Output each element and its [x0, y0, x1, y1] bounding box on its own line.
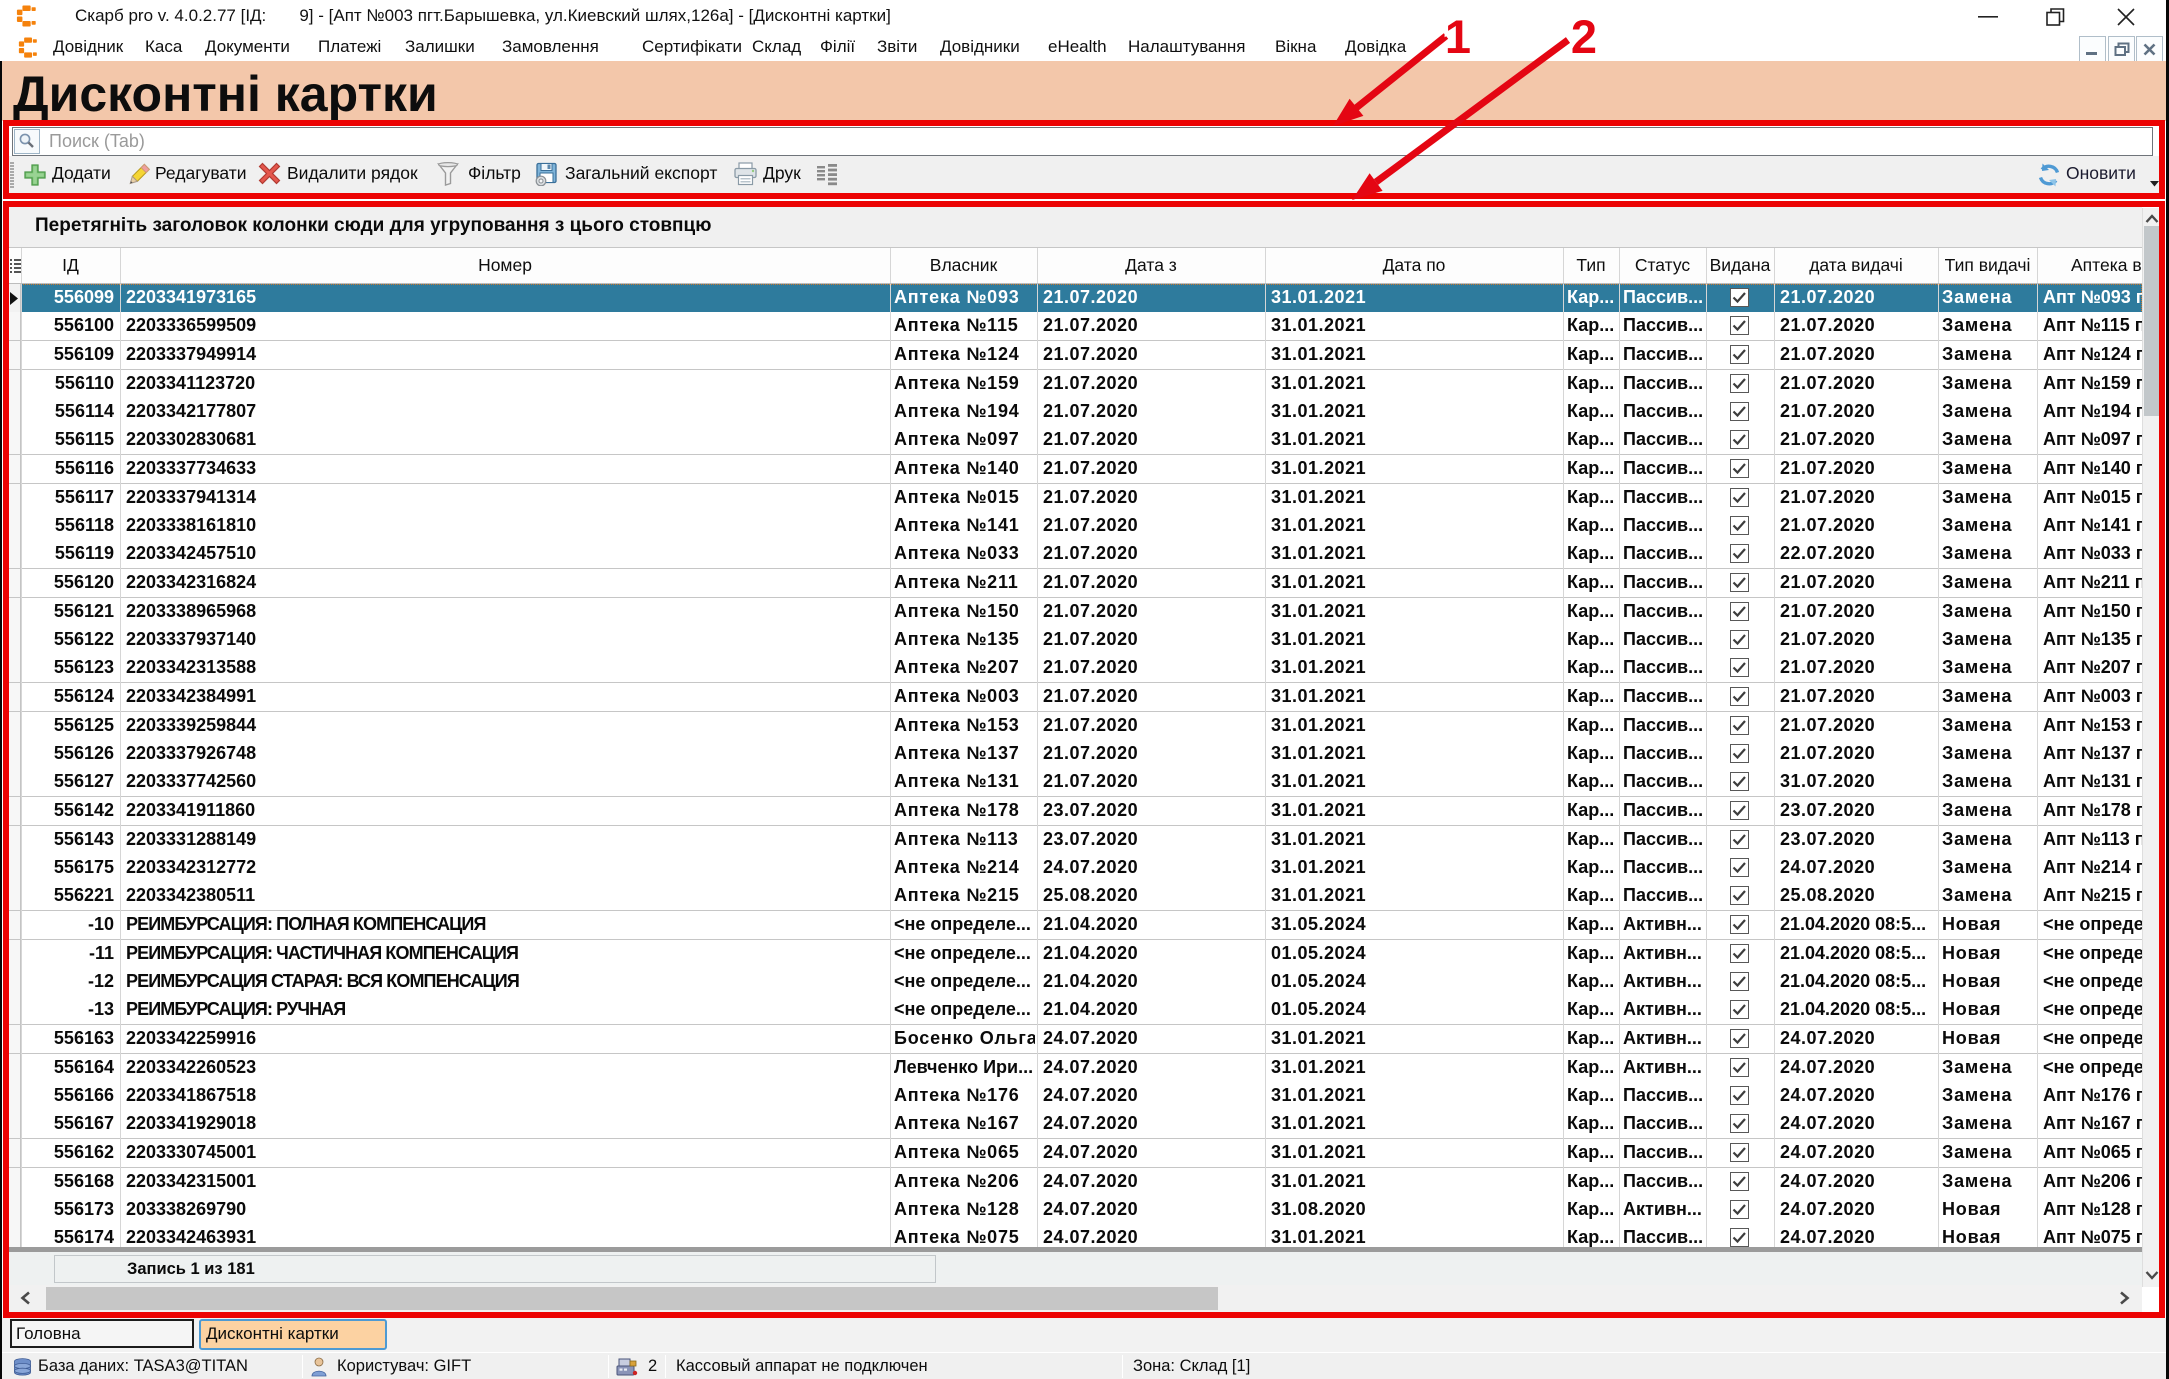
svg-text:1: 1: [1445, 10, 1471, 63]
svg-text:2: 2: [1571, 10, 1597, 63]
